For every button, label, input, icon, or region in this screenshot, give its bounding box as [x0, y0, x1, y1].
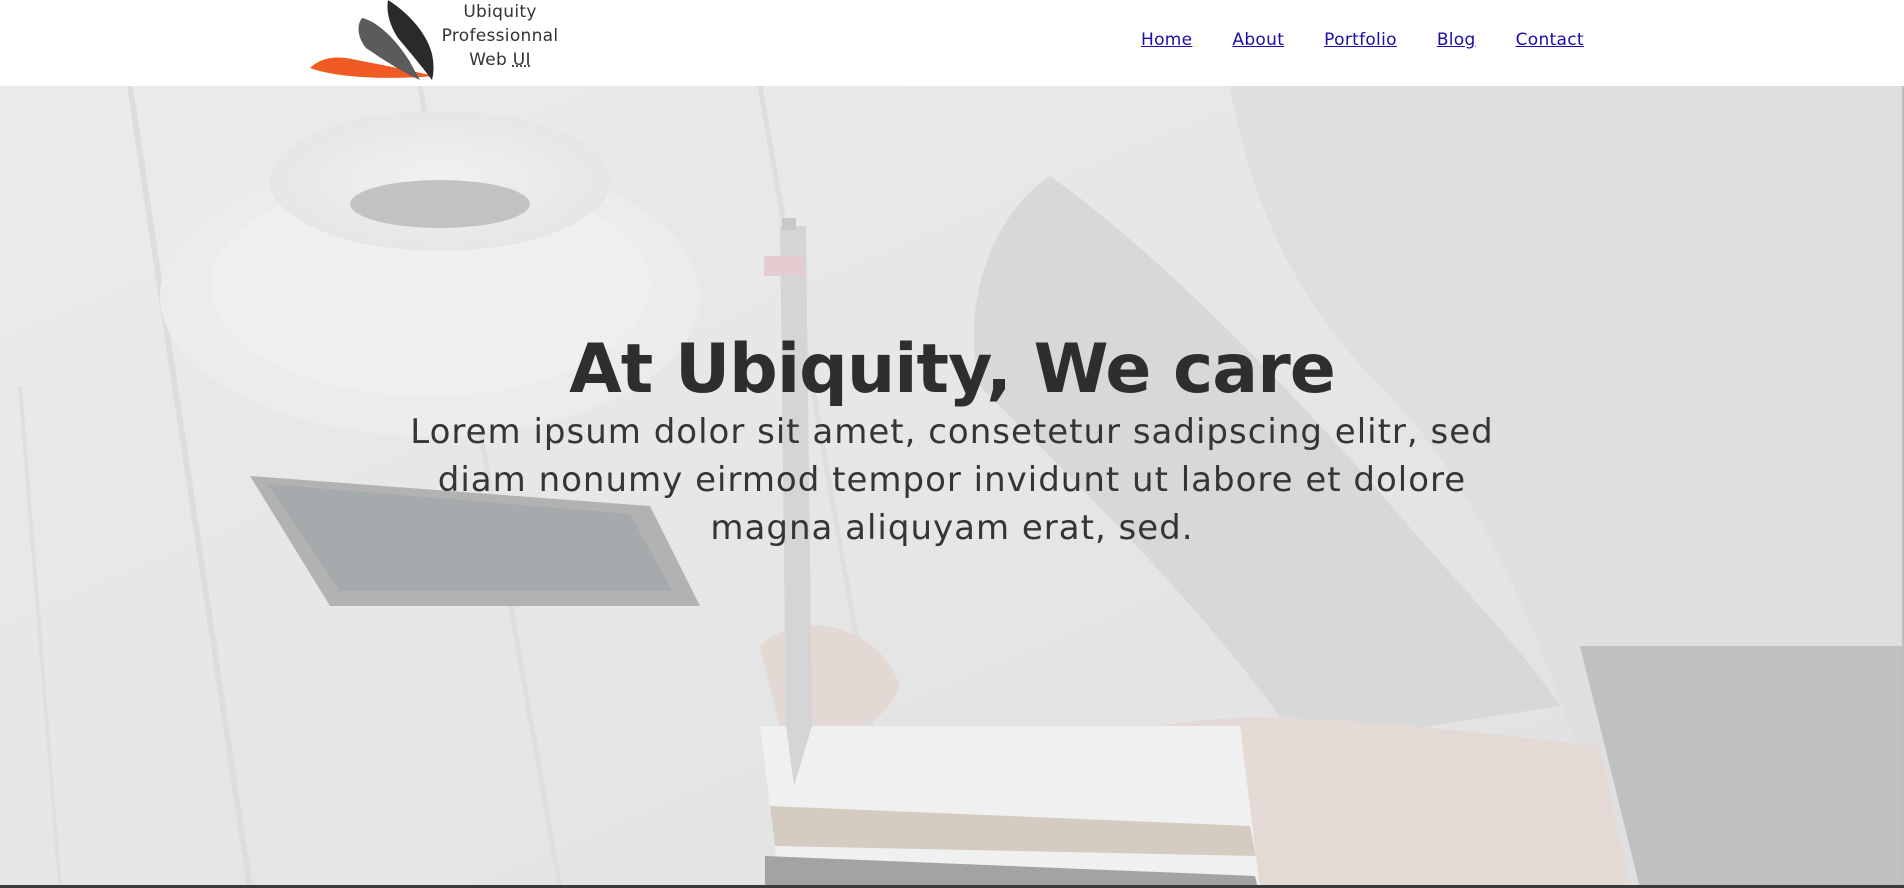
brand-name: Ubiquity Professionnal Web UI — [426, 0, 574, 72]
nav-link-about[interactable]: About — [1232, 30, 1284, 50]
nav-link-portfolio[interactable]: Portfolio — [1324, 30, 1397, 50]
brand-line-3: Web UI — [426, 48, 574, 72]
bird-logo-icon — [310, 0, 434, 80]
brand-line-3-ui: UI — [512, 50, 531, 70]
brand-line-1: Ubiquity — [463, 2, 537, 22]
brand-line-3-web: Web — [469, 50, 513, 70]
brand-line-2: Professionnal — [441, 26, 559, 46]
nav-link-home[interactable]: Home — [1141, 30, 1192, 50]
site-header: Ubiquity Professionnal Web UI Home About… — [0, 0, 1904, 86]
brand-logo[interactable]: Ubiquity Professionnal Web UI — [308, 0, 558, 86]
hero-title: At Ubiquity, We care — [569, 330, 1336, 409]
main-nav: Home About Portfolio Blog Contact — [1141, 30, 1584, 50]
nav-link-contact[interactable]: Contact — [1516, 30, 1584, 50]
nav-link-blog[interactable]: Blog — [1437, 30, 1476, 50]
hero-subtitle: Lorem ipsum dolor sit amet, consetetur s… — [410, 412, 1494, 548]
